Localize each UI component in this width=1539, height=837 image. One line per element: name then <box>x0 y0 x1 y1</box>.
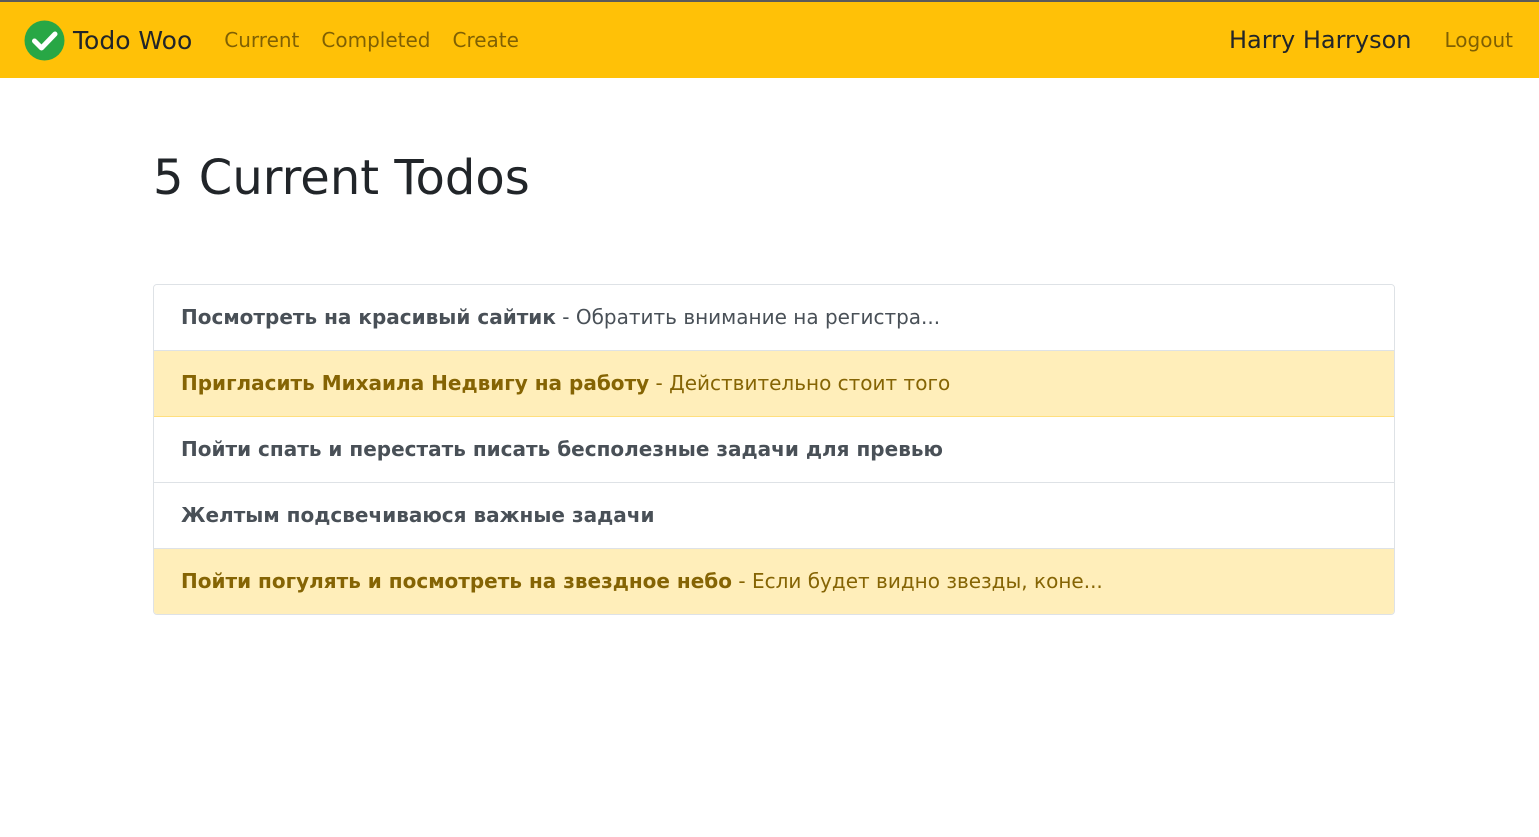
nav-link-current[interactable]: Current <box>224 28 299 52</box>
todo-title: Пригласить Михаила Недвигу на работу <box>181 371 650 395</box>
todo-separator: - <box>649 371 670 395</box>
brand-name: Todo Woo <box>73 25 193 55</box>
todo-separator: - <box>732 569 752 593</box>
todo-memo: Если будет видно звезды, коне... <box>751 569 1103 593</box>
navbar: Todo Woo Current Completed Create Harry … <box>0 2 1539 78</box>
todo-list: Посмотреть на красивый сайтик - Обратить… <box>153 284 1395 615</box>
todo-separator: - <box>555 305 576 329</box>
nav-link-create[interactable]: Create <box>453 28 519 52</box>
todo-memo: Обратить внимание на регистра... <box>575 305 941 329</box>
todo-item[interactable]: Посмотреть на красивый сайтик - Обратить… <box>154 285 1394 351</box>
check-circle-icon <box>24 20 65 61</box>
todo-title: Посмотреть на красивый сайтик <box>181 305 556 329</box>
todo-title: Пойти погулять и посмотреть на звездное … <box>181 569 733 593</box>
todo-title: Пойти спать и перестать писать бесполезн… <box>181 437 943 461</box>
todo-item[interactable]: Пойти спать и перестать писать бесполезн… <box>154 417 1394 483</box>
logout-button[interactable]: Logout <box>1445 28 1513 52</box>
username: Harry Harryson <box>1228 26 1412 54</box>
nav-link-completed[interactable]: Completed <box>321 28 430 52</box>
main-content: 5 Current Todos Посмотреть на красивый с… <box>153 78 1395 615</box>
todo-memo: Действительно стоит того <box>669 371 951 395</box>
todo-item[interactable]: Пригласить Михаила Недвигу на работу - Д… <box>154 351 1394 417</box>
brand-link[interactable]: Todo Woo <box>24 20 192 61</box>
nav-user-area: Harry Harryson Logout <box>1229 26 1513 54</box>
nav-links: Current Completed Create <box>224 28 541 52</box>
todo-item[interactable]: Пойти погулять и посмотреть на звездное … <box>154 549 1394 614</box>
todo-title: Желтым подсвечиваюся важные задачи <box>181 503 655 527</box>
page-title: 5 Current Todos <box>153 150 530 206</box>
todo-item[interactable]: Желтым подсвечиваюся важные задачи <box>154 483 1394 549</box>
